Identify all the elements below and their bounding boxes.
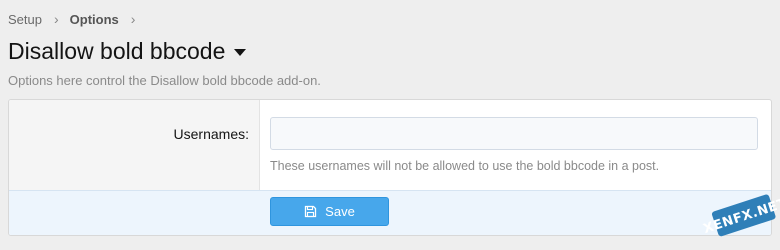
breadcrumb-item-options[interactable]: Options <box>70 12 119 27</box>
breadcrumb: Setup › Options › <box>8 11 146 27</box>
usernames-input[interactable] <box>270 117 758 150</box>
page-title-row: Disallow bold bbcode <box>8 36 247 66</box>
save-icon <box>304 205 317 218</box>
page-title: Disallow bold bbcode <box>8 38 226 64</box>
form-label-column: Usernames: <box>9 100 260 190</box>
form-submit-row: Save <box>9 190 771 235</box>
usernames-label: Usernames: <box>173 126 249 142</box>
breadcrumb-separator: › <box>130 11 136 27</box>
usernames-explain: These usernames will not be allowed to u… <box>270 159 660 173</box>
save-button[interactable]: Save <box>270 197 389 226</box>
breadcrumb-separator: › <box>53 11 59 27</box>
save-button-label: Save <box>325 204 355 219</box>
form-input-column: These usernames will not be allowed to u… <box>260 100 771 190</box>
options-form: Usernames: These usernames will not be a… <box>8 99 772 236</box>
breadcrumb-item-setup[interactable]: Setup <box>8 12 42 27</box>
form-row-usernames: Usernames: These usernames will not be a… <box>9 100 771 190</box>
caret-down-icon[interactable] <box>234 48 247 56</box>
page-description: Options here control the Disallow bold b… <box>8 73 321 88</box>
